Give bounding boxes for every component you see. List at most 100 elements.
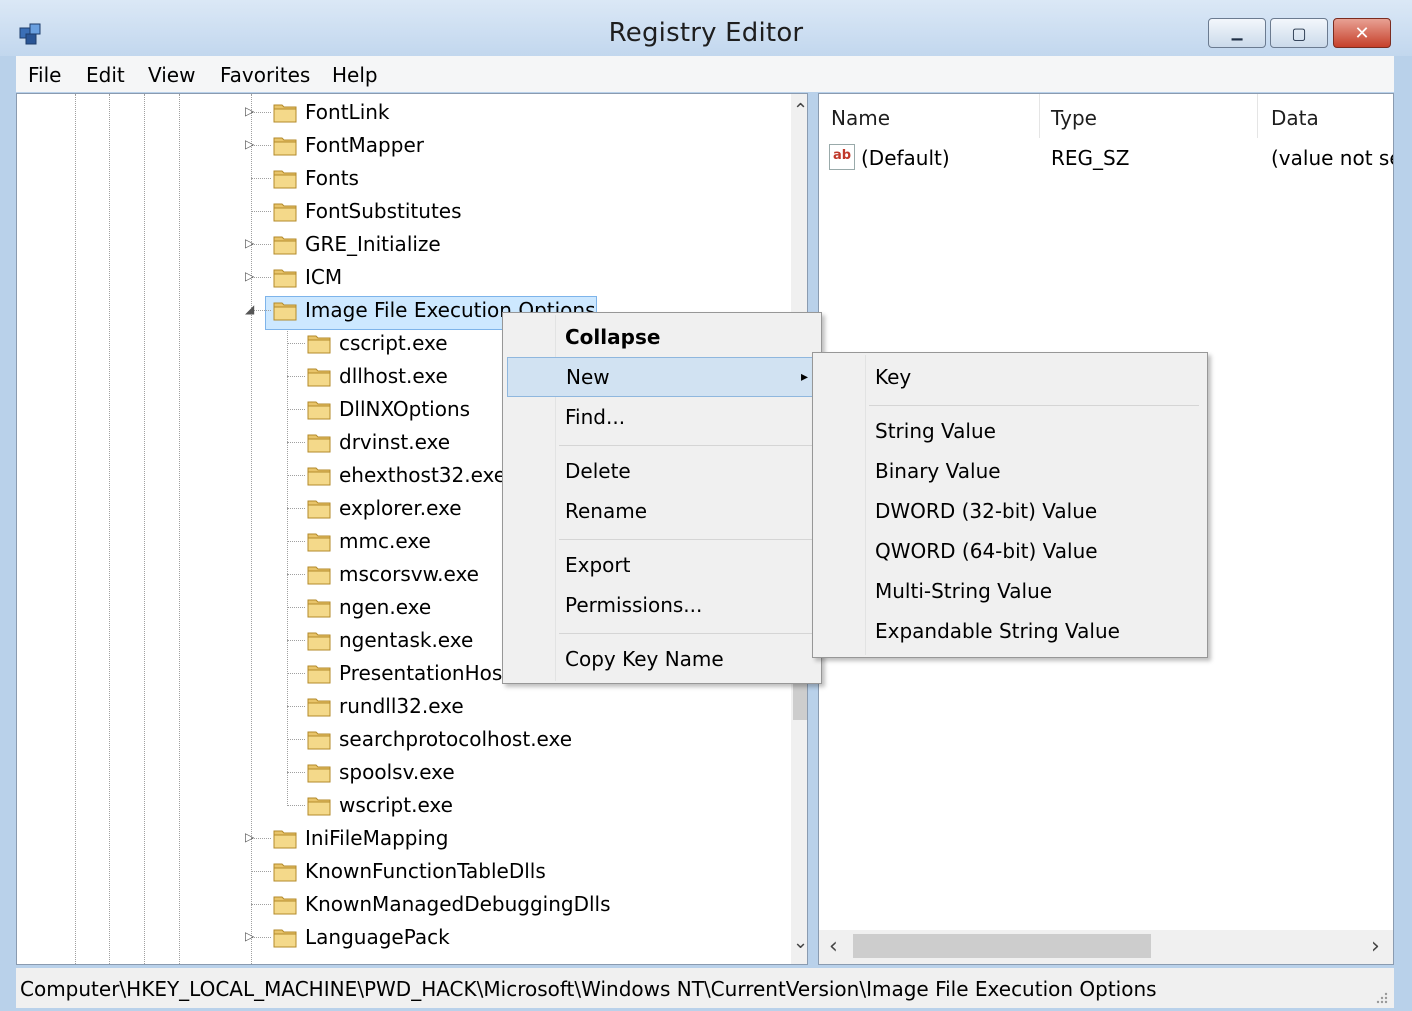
tree-item[interactable]: FontSubstitutes: [273, 195, 462, 227]
tree-item[interactable]: GRE_Initialize: [273, 228, 441, 260]
tree-item[interactable]: searchprotocolhost.exe: [307, 723, 572, 755]
submenu-item-string-value[interactable]: String Value: [817, 411, 1203, 451]
tree-guide-line: [109, 94, 110, 964]
tree-item-label: mmc.exe: [339, 529, 431, 553]
tree-item[interactable]: explorer.exe: [307, 492, 462, 524]
expand-arrow-icon[interactable]: ▷: [245, 929, 254, 943]
expand-arrow-icon[interactable]: ▷: [245, 236, 254, 250]
tree-item-label: FontMapper: [305, 133, 424, 157]
scroll-left-icon[interactable]: ‹: [829, 934, 838, 959]
menu-item-new[interactable]: New ▸: [507, 357, 817, 397]
column-separator[interactable]: [1039, 94, 1040, 138]
menu-separator: [869, 405, 1199, 406]
tree-item[interactable]: ehexthost32.exe: [307, 459, 506, 491]
close-icon: ✕: [1354, 22, 1370, 44]
menu-item-find[interactable]: Find...: [507, 397, 817, 437]
scroll-right-icon[interactable]: ›: [1371, 934, 1380, 959]
menu-item-rename[interactable]: Rename: [507, 491, 817, 531]
tree-item[interactable]: mscorsvw.exe: [307, 558, 479, 590]
tree-item[interactable]: LanguagePack: [273, 921, 450, 953]
scroll-up-icon[interactable]: ⌃: [793, 100, 807, 121]
column-header-name[interactable]: Name: [831, 106, 890, 130]
submenu-item-expandable-string-value[interactable]: Expandable String Value: [817, 611, 1203, 651]
expand-arrow-icon[interactable]: ▷: [245, 269, 254, 283]
expand-arrow-icon[interactable]: ▷: [245, 104, 254, 118]
tree-item-label: spoolsv.exe: [339, 760, 455, 784]
tree-guide-line: [287, 607, 305, 608]
column-header-type[interactable]: Type: [1051, 106, 1097, 130]
tree-item[interactable]: dllhost.exe: [307, 360, 448, 392]
menu-item-permissions[interactable]: Permissions...: [507, 585, 817, 625]
tree-item[interactable]: KnownManagedDebuggingDlls: [273, 888, 611, 920]
menu-file[interactable]: File: [28, 63, 61, 87]
tree-scroll-thumb[interactable]: [793, 682, 807, 720]
menu-item-label: New: [566, 365, 610, 389]
tree-item[interactable]: FontMapper: [273, 129, 424, 161]
menu-item-label: Collapse: [565, 325, 661, 349]
column-separator[interactable]: [1257, 94, 1258, 138]
tree-item-label: Fonts: [305, 166, 359, 190]
list-horizontal-scrollbar[interactable]: ‹ ›: [819, 930, 1393, 964]
menu-item-label: Multi-String Value: [875, 579, 1053, 603]
folder-icon: [273, 104, 297, 123]
tree-item[interactable]: drvinst.exe: [307, 426, 450, 458]
submenu-item-key[interactable]: Key: [817, 357, 1203, 397]
value-data: (value not se: [1271, 146, 1394, 170]
menu-item-export[interactable]: Export: [507, 545, 817, 585]
column-header-data[interactable]: Data: [1271, 106, 1319, 130]
folder-icon: [273, 863, 297, 882]
tree-item[interactable]: ngen.exe: [307, 591, 431, 623]
tree-item[interactable]: rundll32.exe: [307, 690, 464, 722]
tree-item[interactable]: DllNXOptions: [307, 393, 470, 425]
list-scroll-thumb[interactable]: [853, 934, 1151, 958]
title-bar[interactable]: Registry Editor ▁ ▢ ✕: [0, 0, 1412, 56]
menu-view[interactable]: View: [148, 63, 195, 87]
tree-item[interactable]: KnownFunctionTableDlls: [273, 855, 546, 887]
menu-edit[interactable]: Edit: [86, 63, 125, 87]
tree-item[interactable]: Fonts: [273, 162, 359, 194]
status-bar: Computer\HKEY_LOCAL_MACHINE\PWD_HACK\Mic…: [16, 968, 1394, 1008]
menu-favorites[interactable]: Favorites: [220, 63, 310, 87]
submenu-item-dword-value[interactable]: DWORD (32-bit) Value: [817, 491, 1203, 531]
tree-item[interactable]: IniFileMapping: [273, 822, 448, 854]
tree-item-label: wscript.exe: [339, 793, 453, 817]
tree-item[interactable]: cscript.exe: [307, 327, 448, 359]
menu-item-label: DWORD (32-bit) Value: [875, 499, 1098, 523]
tree-guide-line: [144, 94, 145, 964]
tree-item[interactable]: wscript.exe: [307, 789, 453, 821]
menu-separator: [559, 445, 813, 446]
menu-separator: [559, 633, 813, 634]
tree-guide-line: [251, 178, 271, 179]
tree-item[interactable]: PresentationHos: [307, 657, 502, 689]
tree-item-label: dllhost.exe: [339, 364, 448, 388]
tree-item-label: FontSubstitutes: [305, 199, 462, 223]
tree-guide-line: [287, 673, 305, 674]
folder-icon: [307, 797, 331, 816]
value-type: REG_SZ: [1051, 146, 1130, 170]
menu-item-copy-key-name[interactable]: Copy Key Name: [507, 639, 817, 679]
menu-item-label: String Value: [875, 419, 996, 443]
close-button[interactable]: ✕: [1333, 18, 1391, 48]
submenu-item-binary-value[interactable]: Binary Value: [817, 451, 1203, 491]
resize-grip-icon[interactable]: [1374, 990, 1388, 1004]
minimize-button[interactable]: ▁: [1208, 18, 1266, 48]
maximize-icon: ▢: [1291, 23, 1307, 43]
maximize-button[interactable]: ▢: [1270, 18, 1328, 48]
tree-item[interactable]: mmc.exe: [307, 525, 431, 557]
tree-item[interactable]: ICM: [273, 261, 342, 293]
tree-guide-line: [287, 328, 288, 806]
expand-arrow-icon[interactable]: ▷: [245, 830, 254, 844]
tree-item[interactable]: spoolsv.exe: [307, 756, 455, 788]
menu-help[interactable]: Help: [332, 63, 378, 87]
submenu-item-qword-value[interactable]: QWORD (64-bit) Value: [817, 531, 1203, 571]
menu-item-collapse[interactable]: Collapse: [507, 317, 817, 357]
tree-item[interactable]: FontLink: [273, 96, 390, 128]
collapse-arrow-icon[interactable]: ◢: [245, 302, 254, 316]
submenu-item-multi-string-value[interactable]: Multi-String Value: [817, 571, 1203, 611]
expand-arrow-icon[interactable]: ▷: [245, 137, 254, 151]
menu-item-delete[interactable]: Delete: [507, 451, 817, 491]
scroll-down-icon[interactable]: ⌄: [793, 932, 807, 953]
tree-item[interactable]: ngentask.exe: [307, 624, 473, 656]
menu-item-label: Copy Key Name: [565, 647, 724, 671]
folder-icon: [307, 764, 331, 783]
